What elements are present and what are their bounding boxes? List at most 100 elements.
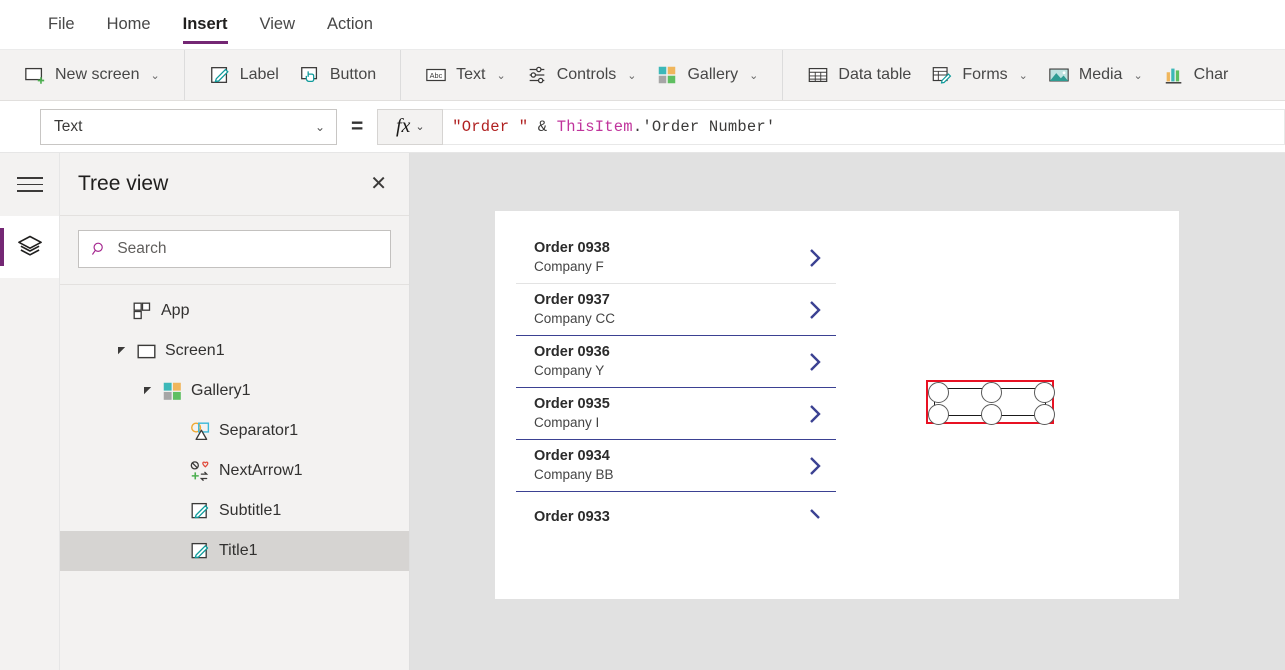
- gallery-icon: [163, 382, 181, 400]
- fx-icon: fx: [395, 115, 411, 137]
- chevron-down-icon: ⌄: [1018, 69, 1028, 82]
- tree-view-layers-icon: [17, 235, 42, 256]
- tree-view-header: Tree view ✕: [60, 153, 409, 216]
- gallery-item-title: Order 0933: [534, 509, 610, 526]
- close-icon[interactable]: ✕: [364, 170, 393, 198]
- gallery-item[interactable]: Order 0935 Company I: [516, 388, 836, 440]
- new-screen-icon: [25, 67, 45, 84]
- ribbon-charts-label: Char: [1193, 66, 1229, 83]
- controls-sliders-icon: [529, 66, 545, 84]
- tree-view-panel: Tree view ✕ Search App Screen1 Gallery1 …: [60, 153, 410, 670]
- tree-node-separator1[interactable]: Separator1: [60, 411, 409, 451]
- gallery-item[interactable]: Order 0934 Company BB: [516, 440, 836, 492]
- tree-node-gallery1[interactable]: Gallery1: [60, 371, 409, 411]
- gallery-item-text: Order 0936 Company Y: [534, 343, 802, 380]
- search-input[interactable]: [117, 240, 378, 258]
- gallery-item[interactable]: Order 0933: [516, 492, 836, 544]
- ribbon-media-button[interactable]: Media ⌄: [1038, 55, 1153, 95]
- power-apps-studio: File Home Insert View Action New screen …: [0, 0, 1285, 670]
- gallery-item[interactable]: Order 0936 Company Y: [516, 336, 836, 388]
- nextarrow-chevron-icon[interactable]: [802, 507, 828, 529]
- menu-tab-action[interactable]: Action: [311, 0, 389, 50]
- tree-node-subtitle1[interactable]: Subtitle1: [60, 491, 409, 531]
- ribbon-new-screen-button[interactable]: New screen ⌄: [14, 55, 170, 95]
- ribbon-data-table-button[interactable]: Data table: [797, 55, 921, 95]
- tree-node-label: Gallery1: [191, 382, 251, 399]
- nextarrow-icon: [190, 460, 209, 481]
- rail-tree-view-button[interactable]: [0, 216, 59, 278]
- gallery-item-title: Order 0938: [534, 240, 610, 257]
- ribbon-group-screen: New screen ⌄: [0, 50, 185, 100]
- tree-node-label: Screen1: [165, 342, 225, 359]
- tree-view-title: Tree view: [78, 172, 169, 195]
- menu-tab-insert[interactable]: Insert: [167, 0, 244, 50]
- hamburger-menu-button[interactable]: [0, 153, 59, 216]
- nextarrow-chevron-icon[interactable]: [802, 351, 828, 373]
- formula-input[interactable]: "Order " & ThisItem. 'Order Number': [443, 108, 1285, 145]
- nextarrow-chevron-icon[interactable]: [802, 299, 828, 321]
- ribbon-data-table-label: Data table: [838, 66, 912, 83]
- tree-node-title1[interactable]: Title1: [60, 531, 409, 571]
- nextarrow-chevron-icon[interactable]: [802, 403, 828, 425]
- ribbon-controls-button[interactable]: Controls ⌄: [516, 55, 647, 95]
- tree-node-list: App Screen1 Gallery1 Separator1 NextArro…: [60, 285, 409, 670]
- gallery-item[interactable]: Order 0938 Company F: [516, 232, 836, 284]
- expand-caret-icon[interactable]: [142, 386, 154, 396]
- nextarrow-chevron-icon[interactable]: [802, 247, 828, 269]
- tree-node-nextarrow1[interactable]: NextArrow1: [60, 451, 409, 491]
- ribbon-controls-label: Controls: [556, 66, 617, 83]
- menu-tab-home[interactable]: Home: [91, 0, 167, 50]
- app-canvas: Order 0938 Company F Order 0937 Company …: [410, 153, 1285, 670]
- nextarrow-chevron-icon[interactable]: [802, 455, 828, 477]
- forms-icon: [933, 67, 952, 84]
- gallery-item-title: Order 0936: [534, 344, 610, 361]
- gallery-item-text: Order 0934 Company BB: [534, 447, 802, 484]
- tree-node-label: Title1: [219, 542, 258, 559]
- property-select[interactable]: Text ⌄: [40, 108, 337, 145]
- ribbon-media-label: Media: [1078, 66, 1123, 83]
- ribbon-group-data: Data table Forms ⌄ Media ⌄ Char: [783, 50, 1252, 100]
- app-icon: [133, 302, 151, 319]
- menu-tab-view[interactable]: View: [244, 0, 311, 50]
- expand-caret-icon[interactable]: [116, 346, 128, 356]
- formula-token-operator: &: [528, 117, 557, 136]
- tree-node-app[interactable]: App: [60, 291, 409, 331]
- tree-node-label: Subtitle1: [219, 502, 282, 519]
- formula-token-string: "Order ": [452, 117, 529, 136]
- gallery-item-title: Order 0935: [534, 396, 610, 413]
- tree-node-label: NextArrow1: [219, 462, 303, 479]
- ribbon-gallery-button[interactable]: Gallery ⌄: [646, 55, 768, 95]
- fx-button[interactable]: fx ⌄: [377, 108, 444, 145]
- ribbon-charts-button[interactable]: Char: [1153, 55, 1239, 95]
- gallery-item-title: Order 0934: [534, 448, 610, 465]
- ribbon-text-button[interactable]: Abc Text ⌄: [415, 55, 516, 95]
- gallery-item-subtitle: Company CC: [534, 311, 616, 327]
- ribbon-label-label: Label: [239, 66, 279, 83]
- label-icon: [191, 542, 209, 558]
- gallery-control[interactable]: Order 0938 Company F Order 0937 Company …: [516, 232, 836, 578]
- tree-search-box[interactable]: [78, 230, 391, 268]
- formula-token-dot: .: [632, 117, 643, 136]
- ribbon-forms-button[interactable]: Forms ⌄: [921, 55, 1038, 95]
- ribbon-button-label: Button: [329, 66, 377, 83]
- screen-icon: [137, 344, 156, 358]
- ribbon-button-button[interactable]: Button: [289, 55, 386, 95]
- gallery-item[interactable]: Order 0937 Company CC: [516, 284, 836, 336]
- screen-preview: Order 0938 Company F Order 0937 Company …: [495, 211, 1179, 599]
- media-image-icon: [1049, 68, 1069, 82]
- separator-icon: [191, 421, 210, 440]
- property-select-value: Text: [54, 117, 83, 135]
- ribbon-gallery-label: Gallery: [687, 66, 739, 83]
- data-table-icon: [809, 67, 828, 83]
- gallery-item-subtitle: Company Y: [534, 363, 605, 379]
- formula-token-field: 'Order Number': [642, 117, 776, 136]
- chevron-down-icon: ⌄: [314, 119, 325, 134]
- tree-search-wrap: [60, 216, 409, 285]
- ribbon-label-button[interactable]: Label: [199, 55, 289, 95]
- svg-text:Abc: Abc: [430, 71, 443, 80]
- tree-node-screen1[interactable]: Screen1: [60, 331, 409, 371]
- equals-sign: =: [351, 114, 364, 138]
- gallery-icon: [659, 66, 676, 84]
- menu-tab-file[interactable]: File: [32, 0, 91, 50]
- chevron-down-icon: ⌄: [1133, 69, 1143, 82]
